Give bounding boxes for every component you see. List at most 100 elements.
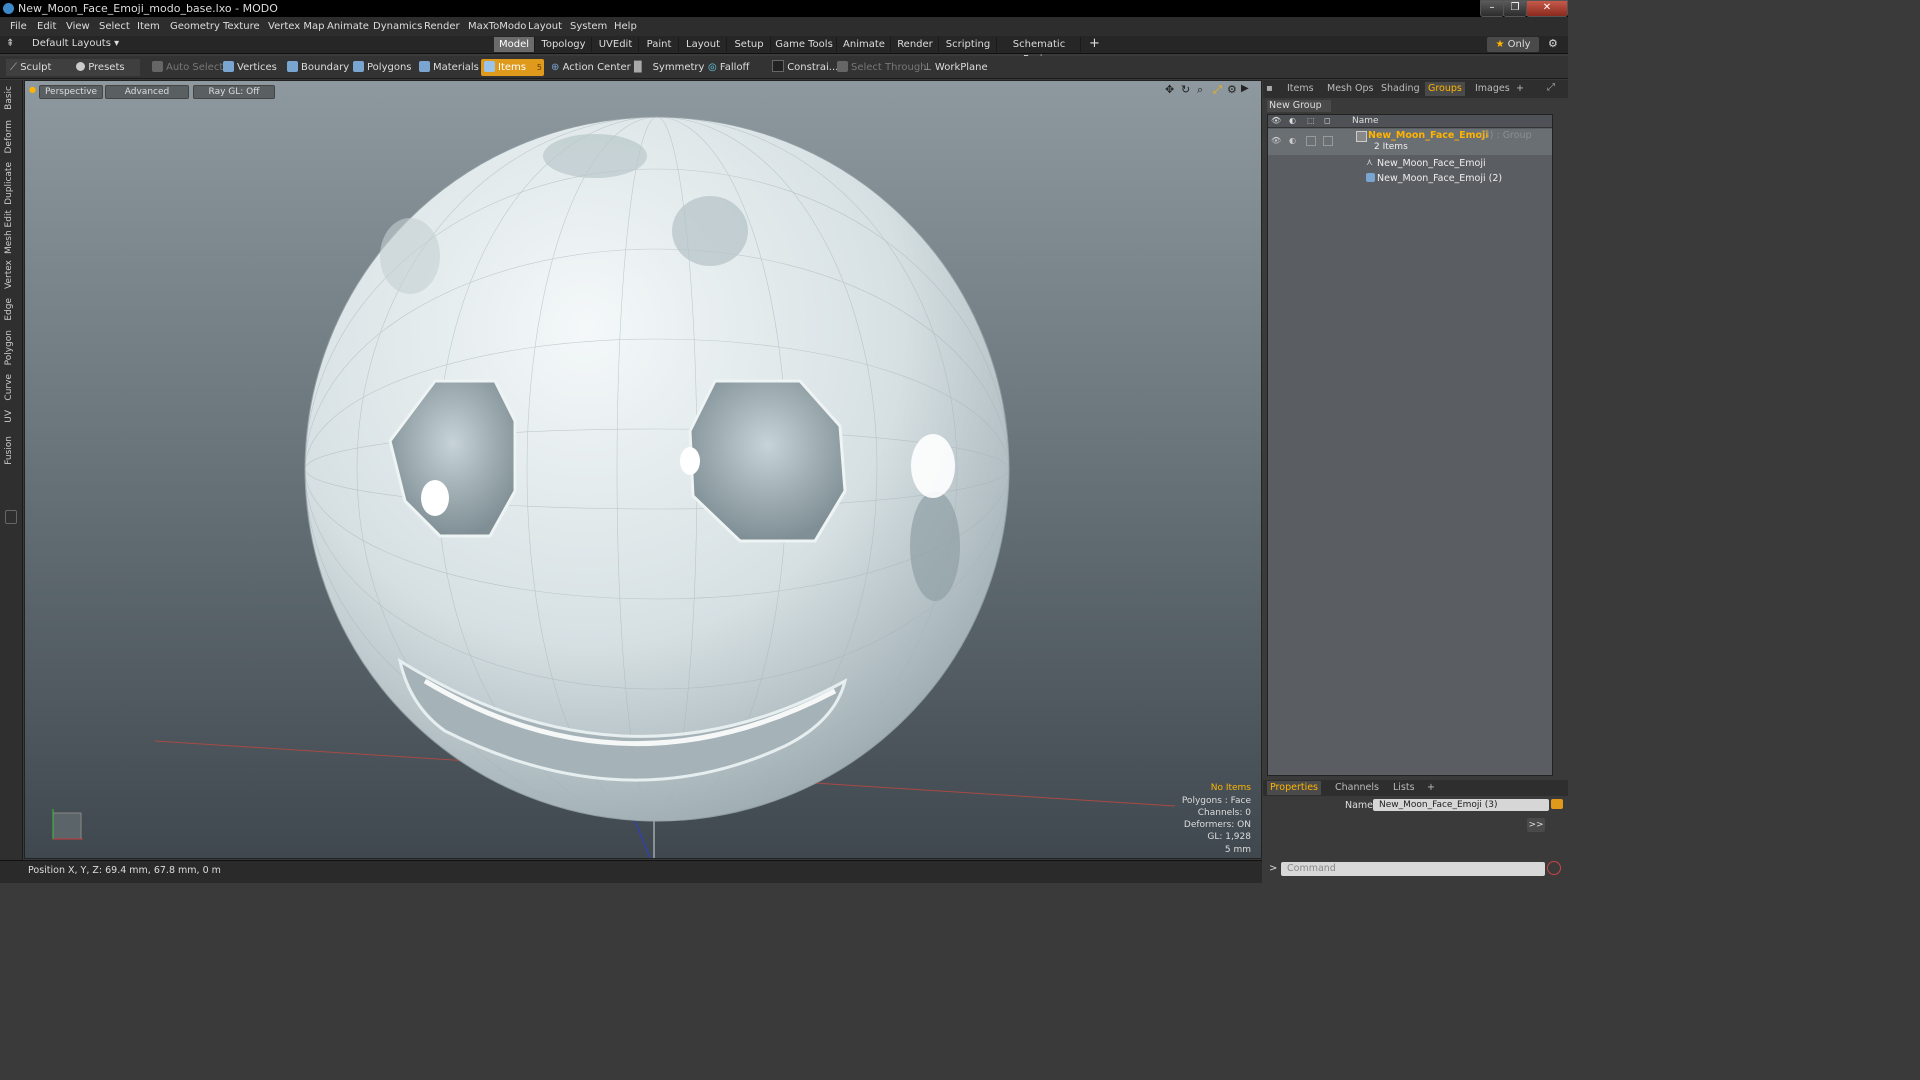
menu-maxtomodo[interactable]: MaxToModo xyxy=(468,21,526,32)
tool-tab-deform[interactable]: Deform xyxy=(4,120,14,153)
menu-dynamics[interactable]: Dynamics xyxy=(373,21,422,32)
new-group-button[interactable]: New Group xyxy=(1267,100,1331,112)
menu-geometry[interactable]: Geometry xyxy=(170,21,220,32)
tab-scripting[interactable]: Scripting xyxy=(940,37,997,52)
layout-collapse-icon[interactable]: ⇞ xyxy=(6,38,14,49)
auto-select-label: Auto Select xyxy=(166,62,224,73)
menu-layout[interactable]: Layout xyxy=(528,21,562,32)
sculpt-button[interactable]: ⟋ Sculpt xyxy=(6,59,72,76)
group-item-count: 2 Items xyxy=(1374,142,1408,152)
auto-select-button[interactable]: Auto Select xyxy=(152,59,223,76)
props-tab-properties[interactable]: Properties xyxy=(1267,781,1322,795)
props-tab-channels[interactable]: Channels xyxy=(1335,781,1379,795)
panel-tab-items[interactable]: Items xyxy=(1287,82,1314,96)
panel-tab-strip: ▪ Items Mesh Ops Shading Groups Images +… xyxy=(1263,80,1568,98)
props-add-tab-button[interactable]: + xyxy=(1427,781,1435,795)
sidebar-toggle-button[interactable] xyxy=(5,510,17,524)
menu-item[interactable]: Item xyxy=(137,21,160,32)
tool-tab-curve[interactable]: Curve xyxy=(4,374,14,401)
tool-tab-fusion[interactable]: Fusion xyxy=(4,436,14,465)
menu-vertex-map[interactable]: Vertex Map xyxy=(268,21,324,32)
group-visibility-toggle[interactable]: 👁 xyxy=(1271,136,1281,145)
tab-setup[interactable]: Setup xyxy=(728,37,771,52)
materials-button[interactable]: Materials xyxy=(419,59,479,76)
tab-game-tools[interactable]: Game Tools xyxy=(772,37,837,52)
panel-add-tab-button[interactable]: + xyxy=(1516,82,1524,96)
tab-paint[interactable]: Paint xyxy=(640,37,679,52)
tab-render[interactable]: Render xyxy=(892,37,939,52)
menu-select[interactable]: Select xyxy=(99,21,130,32)
panel-menu-icon[interactable]: ▪ xyxy=(1266,83,1273,94)
tool-tabs-sidebar: Basic Deform Duplicate Mesh Edit Vertex … xyxy=(0,80,23,860)
maximize-button[interactable]: ❐ xyxy=(1503,0,1527,17)
tool-tab-duplicate[interactable]: Duplicate xyxy=(4,162,14,205)
boundary-button[interactable]: Boundary xyxy=(287,59,349,76)
presets-button[interactable]: Presets xyxy=(72,59,140,76)
menu-texture[interactable]: Texture xyxy=(223,21,260,32)
only-toggle[interactable]: ★ Only xyxy=(1487,37,1539,52)
3d-viewport[interactable]: ● Perspective Advanced Ray GL: Off ✥ ↻ ⌕… xyxy=(24,80,1262,859)
minimize-button[interactable]: – xyxy=(1480,0,1504,17)
group-child-row[interactable]: New_Moon_Face_Emoji (2) xyxy=(1268,172,1552,186)
position-readout: Position X, Y, Z: 69.4 mm, 67.8 mm, 0 m xyxy=(28,865,221,876)
tool-tab-uv[interactable]: UV xyxy=(4,410,14,423)
tab-topology[interactable]: Topology xyxy=(536,37,592,52)
menu-edit[interactable]: Edit xyxy=(37,21,56,32)
items-button[interactable]: Items 5 xyxy=(481,59,544,76)
viewport-info: No Items Polygons : Face Channels: 0 Def… xyxy=(1182,782,1251,856)
action-center-button[interactable]: ⊕ Action Center xyxy=(551,59,631,76)
group-folder-icon xyxy=(1356,131,1367,142)
tab-layout[interactable]: Layout xyxy=(680,37,727,52)
panel-expand-icon[interactable]: ⤢ xyxy=(1547,82,1555,93)
menu-file[interactable]: File xyxy=(10,21,27,32)
select-through-button[interactable]: Select Through xyxy=(837,59,927,76)
panel-tab-shading[interactable]: Shading xyxy=(1381,82,1420,96)
tool-tab-edge[interactable]: Edge xyxy=(4,298,14,321)
command-clear-icon[interactable] xyxy=(1547,861,1561,875)
window-title: New_Moon_Face_Emoji_modo_base.lxo - MODO xyxy=(18,2,278,15)
auto-select-icon xyxy=(152,61,163,72)
title-bar: New_Moon_Face_Emoji_modo_base.lxo - MODO… xyxy=(0,0,1568,17)
name-input[interactable]: New_Moon_Face_Emoji (3) xyxy=(1373,799,1549,811)
boundary-label: Boundary xyxy=(301,62,350,73)
add-tab-button[interactable]: + xyxy=(1089,36,1100,51)
group-render-toggle[interactable]: ◐ xyxy=(1289,136,1296,145)
command-input[interactable]: Command xyxy=(1281,862,1545,876)
tab-uvedit[interactable]: UVEdit xyxy=(593,37,639,52)
tab-model[interactable]: Model xyxy=(494,37,535,52)
tool-tab-polygon[interactable]: Polygon xyxy=(4,330,14,365)
group-row[interactable]: 👁 ◐ New_Moon_Face_Emoji (3) : Group 2 It… xyxy=(1268,129,1552,155)
tab-schematic-fusion[interactable]: Schematic Fusion xyxy=(998,37,1081,65)
tool-tab-mesh-edit[interactable]: Mesh Edit xyxy=(4,210,14,254)
menu-render[interactable]: Render xyxy=(424,21,460,32)
sculpt-icon: ⟋ xyxy=(10,62,17,73)
symmetry-button[interactable]: ▐▌ Symmetry xyxy=(630,59,704,76)
constrain-button[interactable]: Constrai... xyxy=(772,59,838,76)
menu-animate[interactable]: Animate xyxy=(327,21,369,32)
workplane-button[interactable]: ⊥ WorkPlane xyxy=(923,59,988,76)
panel-tab-groups[interactable]: Groups xyxy=(1425,82,1465,96)
group-select-toggle[interactable] xyxy=(1323,136,1333,146)
menu-help[interactable]: Help xyxy=(614,21,637,32)
settings-gear-icon[interactable]: ⚙ xyxy=(1548,37,1558,50)
props-tab-lists[interactable]: Lists xyxy=(1393,781,1415,795)
right-eye-highlight xyxy=(680,447,700,475)
tool-tab-vertex[interactable]: Vertex xyxy=(4,260,14,289)
vertices-button[interactable]: Vertices 1 xyxy=(223,59,292,76)
menu-system[interactable]: System xyxy=(570,21,607,32)
group-lock-toggle[interactable] xyxy=(1306,136,1316,146)
groups-column-header: 👁 ◐ ⬚ ◻ Name xyxy=(1268,115,1552,128)
menu-view[interactable]: View xyxy=(66,21,90,32)
name-color-swatch[interactable] xyxy=(1551,799,1563,809)
tab-animate[interactable]: Animate xyxy=(838,37,891,52)
tool-tab-basic[interactable]: Basic xyxy=(4,86,14,110)
panel-tab-images[interactable]: Images xyxy=(1475,82,1510,96)
group-child-row[interactable]: ⋏ New_Moon_Face_Emoji xyxy=(1268,157,1552,171)
expand-properties-button[interactable]: >> xyxy=(1527,818,1545,832)
panel-tab-mesh-ops[interactable]: Mesh Ops xyxy=(1327,82,1374,96)
items-shortcut: 5 xyxy=(536,63,542,72)
layout-preset-dropdown[interactable]: Default Layouts ▾ xyxy=(32,38,119,49)
falloff-button[interactable]: ◎ Falloff xyxy=(708,59,749,76)
close-button[interactable]: ✕ xyxy=(1526,0,1568,17)
polygons-button[interactable]: Polygons xyxy=(353,59,412,76)
